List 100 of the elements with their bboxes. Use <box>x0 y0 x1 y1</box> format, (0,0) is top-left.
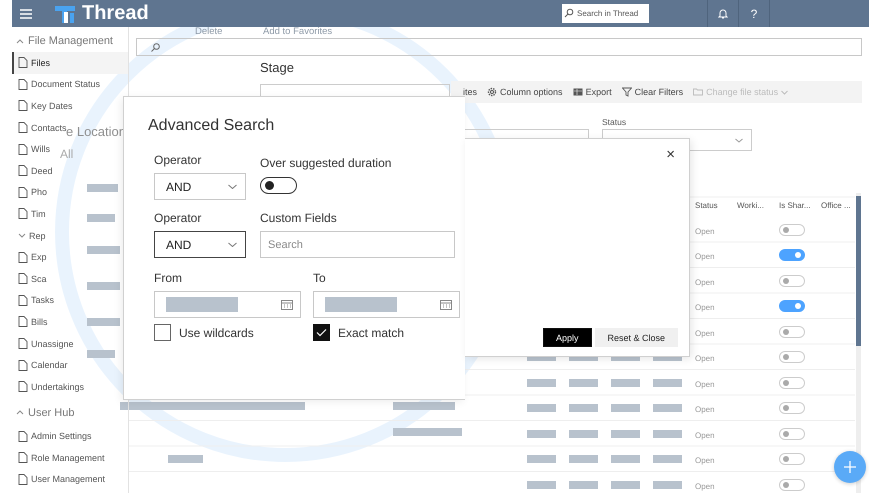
page-icon <box>18 452 28 464</box>
table-cell: Open <box>695 354 715 364</box>
toggle-switch[interactable] <box>260 177 297 194</box>
reset-button[interactable]: Reset & Close <box>594 328 678 347</box>
sidebar-item[interactable]: Tim <box>12 203 48 225</box>
table-cell: Open <box>695 278 715 287</box>
sidebar-item[interactable]: Files <box>12 52 128 74</box>
redacted-block <box>611 430 640 438</box>
search-icon <box>562 4 575 23</box>
chevron-down-icon <box>228 184 237 189</box>
page-icon <box>18 360 28 371</box>
redacted-block <box>569 430 598 438</box>
sidebar-item[interactable]: Sca <box>12 268 49 290</box>
column-header[interactable]: Status <box>695 200 737 210</box>
toggle-switch[interactable] <box>779 249 805 262</box>
page-icon <box>18 381 28 392</box>
app-title: Thread <box>82 2 149 25</box>
checkbox[interactable] <box>154 324 171 341</box>
date-field[interactable] <box>154 291 301 318</box>
page-icon <box>18 144 28 155</box>
sidebar-item[interactable]: Calendar <box>12 354 70 376</box>
redacted-block <box>527 430 556 438</box>
search-field[interactable] <box>136 38 862 56</box>
date-field[interactable] <box>313 291 460 318</box>
sidebar-item[interactable]: Bills <box>12 311 50 333</box>
redacted-block <box>87 282 120 290</box>
toolbar-button[interactable]: Export <box>572 87 612 97</box>
redacted-block <box>168 455 203 463</box>
table-cell: Open <box>695 328 715 338</box>
redacted-block <box>653 378 682 387</box>
redacted-block <box>569 378 598 387</box>
redacted-block <box>527 378 556 387</box>
sidebar-item[interactable]: Deed <box>12 160 55 182</box>
sidebar-item[interactable]: Undertakings <box>12 376 86 398</box>
sidebar-item[interactable]: Wills <box>12 138 52 160</box>
caret-icon <box>781 90 788 94</box>
field-label: Status <box>602 117 628 127</box>
bell-icon[interactable] <box>718 8 728 19</box>
field-label: Custom Fields <box>260 211 338 225</box>
page-icon <box>18 186 28 198</box>
sidebar-item[interactable]: Exp <box>12 246 49 268</box>
toolbar-button[interactable]: Clear Filters <box>622 87 684 97</box>
column-header[interactable]: Office ... <box>821 200 855 210</box>
sidebar-section[interactable]: File Management <box>12 27 117 52</box>
sidebar-item[interactable]: User Management <box>12 468 108 490</box>
sidebar-item[interactable]: Pho <box>12 182 50 204</box>
sidebar-item[interactable]: Key Dates <box>12 95 75 117</box>
page-icon <box>18 165 28 176</box>
redacted-block <box>87 350 115 358</box>
page-icon <box>18 474 28 485</box>
page-icon <box>18 100 28 112</box>
sidebar-item[interactable]: Unassigne <box>12 332 76 354</box>
dialog-title: Advanced Search <box>148 117 274 135</box>
operator-dropdown[interactable]: AND <box>154 173 246 200</box>
column-header[interactable]: Worki... <box>737 200 779 210</box>
sidebar-item[interactable]: Admin Settings <box>12 426 94 448</box>
toolbar-button[interactable]: Column options <box>487 87 563 97</box>
redacted-block <box>527 480 556 489</box>
toolbar-button[interactable]: ites <box>463 87 478 97</box>
apply-button[interactable]: Apply <box>543 328 592 347</box>
operator-dropdown[interactable]: AND <box>154 231 246 258</box>
search-icon <box>151 42 160 52</box>
plus-icon <box>843 460 857 474</box>
sidebar-item[interactable]: Document Status <box>12 74 102 96</box>
menu-icon[interactable] <box>20 8 32 18</box>
page-icon <box>18 57 28 68</box>
page-icon <box>18 294 28 306</box>
chevron-down-icon <box>228 242 237 247</box>
redacted-block <box>166 297 238 312</box>
folder-icon <box>693 87 704 97</box>
search-field[interactable]: Search <box>260 231 455 258</box>
toggle-switch[interactable] <box>779 300 805 312</box>
field-label: Stage <box>260 60 294 75</box>
add-button[interactable] <box>834 451 866 483</box>
sidebar-item[interactable]: Rep <box>12 224 48 246</box>
checkbox[interactable] <box>313 324 330 341</box>
help-button[interactable]: ? <box>739 6 769 20</box>
close-button[interactable]: × <box>666 147 675 162</box>
column-header[interactable]: Is Shar... <box>779 200 821 210</box>
redacted-block <box>611 480 640 489</box>
sidebar-item[interactable]: Tasks <box>12 290 56 312</box>
redacted-block <box>527 404 556 412</box>
redacted-block <box>393 402 455 410</box>
redacted-block <box>653 404 682 412</box>
table-cell: Open <box>695 303 715 312</box>
redacted-block <box>653 430 682 438</box>
sidebar-item[interactable]: Role Management <box>12 447 107 469</box>
redacted-block <box>527 455 556 464</box>
page-icon <box>18 252 28 263</box>
redacted-block <box>569 404 598 412</box>
dropdown-value: All <box>60 147 74 161</box>
redacted-block <box>653 455 682 464</box>
table-icon <box>572 87 583 97</box>
page-icon <box>18 208 28 220</box>
sidebar-section[interactable]: User Hub <box>12 400 78 426</box>
table-cell: Open <box>695 380 715 389</box>
search-field[interactable]: Search in Thread <box>575 4 649 23</box>
redacted-block <box>569 455 598 464</box>
redacted-block <box>569 480 598 489</box>
scrollbar[interactable] <box>856 193 861 493</box>
